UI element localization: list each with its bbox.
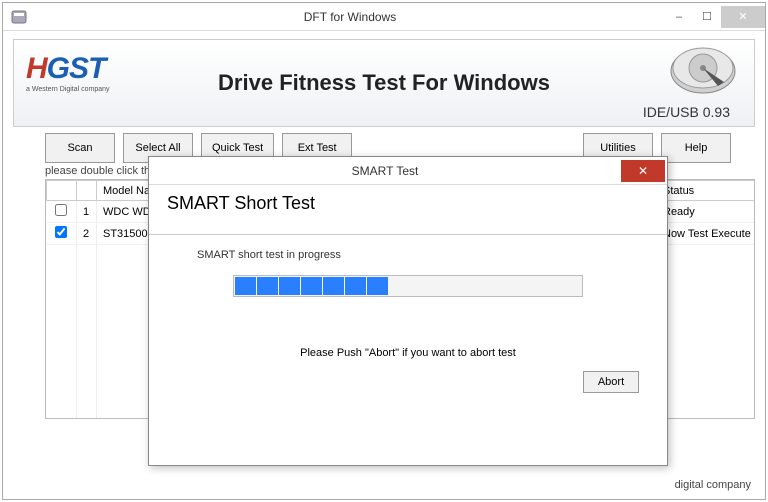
dialog-status: SMART short test in progress	[149, 249, 667, 261]
row-checkbox[interactable]	[55, 226, 67, 238]
row-index: 2	[77, 223, 97, 245]
scan-button[interactable]: Scan	[45, 133, 115, 163]
progress-bar	[233, 275, 583, 297]
app-icon	[11, 9, 27, 25]
col-index	[77, 181, 97, 201]
close-button[interactable]: ✕	[721, 6, 765, 28]
logo-subtitle: a Western Digital company	[26, 86, 110, 93]
row-status: Ready	[657, 201, 756, 223]
version-label: IDE/USB 0.93	[643, 104, 730, 120]
col-checkbox	[47, 181, 77, 201]
progress-chunk	[235, 277, 256, 295]
row-checkbox[interactable]	[55, 204, 67, 216]
help-button[interactable]: Help	[661, 133, 731, 163]
dialog-heading: SMART Short Test	[149, 185, 667, 235]
dialog-titlebar: SMART Test ✕	[149, 157, 667, 185]
row-status: Now Test Execute	[657, 223, 756, 245]
progress-chunk	[301, 277, 322, 295]
copyright: digital company	[675, 479, 751, 491]
dialog-title: SMART Test	[149, 164, 621, 178]
logo-text: HGST	[26, 54, 110, 84]
progress-chunk	[279, 277, 300, 295]
window-title: DFT for Windows	[35, 10, 665, 24]
dialog-hint: Please Push "Abort" if you want to abort…	[149, 347, 667, 359]
abort-button[interactable]: Abort	[583, 371, 639, 393]
maximize-button[interactable]: ☐	[693, 6, 721, 28]
minimize-button[interactable]: –	[665, 6, 693, 28]
titlebar: DFT for Windows – ☐ ✕	[3, 3, 765, 31]
progress-chunk	[367, 277, 388, 295]
progress-chunk	[323, 277, 344, 295]
banner-title: Drive Fitness Test For Windows	[14, 70, 754, 96]
row-index: 1	[77, 201, 97, 223]
banner: HGST a Western Digital company Drive Fit…	[13, 39, 755, 127]
progress-chunk	[257, 277, 278, 295]
dialog-close-button[interactable]: ✕	[621, 160, 665, 182]
progress-chunk	[345, 277, 366, 295]
hdd-icon	[668, 46, 738, 101]
logo: HGST a Western Digital company	[26, 54, 110, 93]
col-status[interactable]: Status	[657, 181, 756, 201]
smart-test-dialog: SMART Test ✕ SMART Short Test SMART shor…	[148, 156, 668, 466]
window-controls: – ☐ ✕	[665, 6, 765, 28]
